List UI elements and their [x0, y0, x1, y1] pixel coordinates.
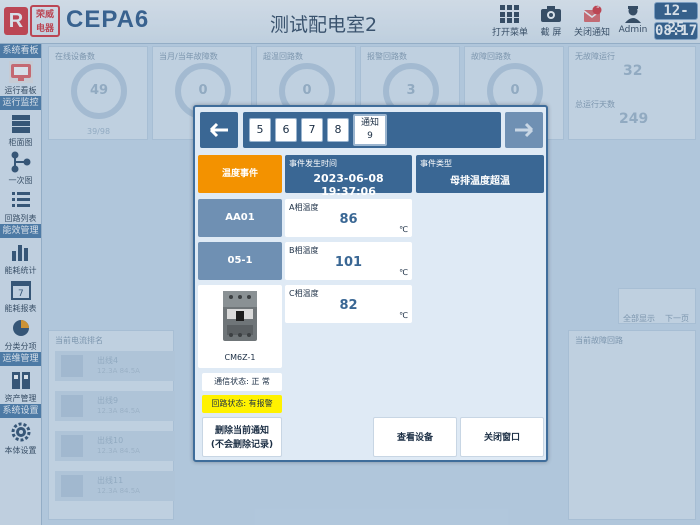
delete-notification-button[interactable]: 删除当前通知 (不会删除记录) — [202, 417, 282, 457]
loop-status-alarm: 回路状态: 有报警 — [202, 395, 282, 413]
phase-b-temp-tile: B相温度 101 ℃ — [285, 242, 412, 280]
page-6-button[interactable]: 6 — [275, 118, 297, 142]
phase-a-temp-tile: A相温度 86 ℃ — [285, 199, 412, 237]
event-type-label: 事件类型 — [420, 159, 452, 168]
prev-page-button[interactable] — [200, 112, 238, 148]
event-notification-dialog: 5 6 7 8 通知 9 温度事件 事件发生时间 2023-06-08 19:3… — [193, 105, 548, 462]
event-category-tag: 温度事件 — [198, 155, 282, 193]
event-type-value: 母排温度超温 — [450, 176, 510, 187]
phase-c-unit: ℃ — [399, 311, 408, 320]
arrow-right-icon — [515, 122, 534, 138]
device-model: CM6Z-1 — [224, 353, 256, 362]
event-time-tile: 事件发生时间 2023-06-08 19:37:06 — [285, 155, 412, 198]
device-image-tile: CM6Z-1 — [198, 285, 282, 368]
close-window-button[interactable]: 关闭窗口 — [460, 417, 544, 457]
cabinet-id: AA01 — [198, 199, 282, 237]
phase-b-unit: ℃ — [399, 268, 408, 277]
loop-id: 05-1 — [198, 242, 282, 280]
phase-a-unit: ℃ — [399, 225, 408, 234]
event-time-value: 2023-06-08 19:37:06 — [313, 172, 384, 198]
view-device-button[interactable]: 查看设备 — [373, 417, 457, 457]
comm-status: 通信状态: 正 常 — [202, 373, 282, 391]
page-5-button[interactable]: 5 — [249, 118, 271, 142]
delete-button-line1: 删除当前通知 — [214, 426, 269, 436]
event-type-tile: 事件类型 母排温度超温 — [416, 155, 544, 193]
phase-a-value: 86 — [339, 212, 358, 227]
phase-b-value: 101 — [334, 255, 363, 270]
breaker-image — [223, 291, 257, 341]
page-7-button[interactable]: 7 — [301, 118, 323, 142]
current-page-number: 9 — [367, 131, 373, 141]
phase-c-temp-tile: C相温度 82 ℃ — [285, 285, 412, 323]
phase-c-value: 82 — [339, 298, 358, 313]
notification-pager: 5 6 7 8 通知 9 — [243, 112, 501, 148]
page-8-button[interactable]: 8 — [327, 118, 349, 142]
current-page-label: 通知 — [360, 118, 379, 128]
delete-button-line2: (不会删除记录) — [210, 440, 274, 450]
next-page-button[interactable] — [505, 112, 543, 148]
event-time-label: 事件发生时间 — [289, 159, 337, 168]
arrow-left-icon — [209, 122, 228, 138]
current-page-button[interactable]: 通知 9 — [353, 114, 387, 146]
